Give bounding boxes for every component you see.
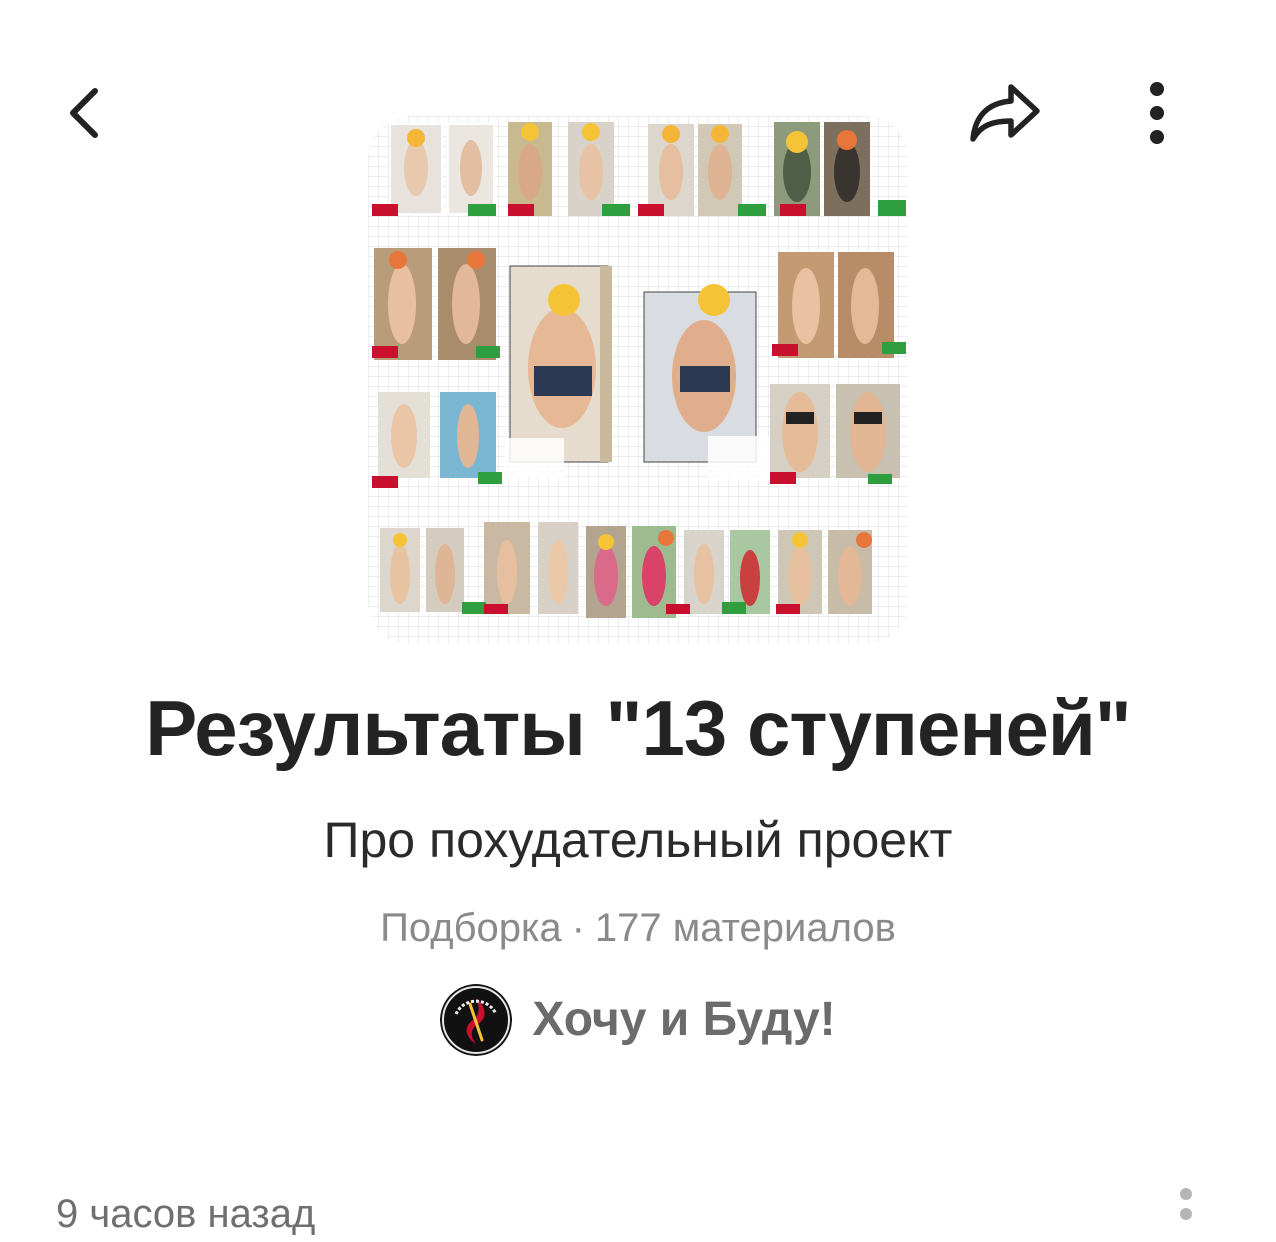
- more-vertical-icon: [1150, 82, 1164, 144]
- collection-count-label: 177 материалов: [594, 906, 896, 950]
- collection-cover-image: [368, 116, 908, 644]
- meta-separator: ·: [571, 906, 585, 950]
- feed-item-more-button[interactable]: [1166, 1180, 1206, 1229]
- author-name[interactable]: Хочу и Буду!: [532, 984, 835, 1056]
- back-button[interactable]: [40, 68, 130, 158]
- author-channel-link[interactable]: Хочу и Буду!: [0, 984, 1276, 1056]
- chevron-left-icon: [70, 88, 98, 138]
- collection-meta: Подборка · 177 материалов: [0, 900, 1276, 956]
- more-vertical-icon: [1180, 1188, 1192, 1220]
- collection-type-label: Подборка: [380, 906, 562, 950]
- collection-title: Результаты "13 ступеней": [145, 684, 1132, 772]
- feed-item-time: 9 часов назад: [56, 1192, 316, 1236]
- share-button[interactable]: [955, 68, 1055, 158]
- more-options-button[interactable]: [1125, 68, 1189, 158]
- collection-subtitle: Про похудательный проект: [323, 812, 953, 868]
- author-avatar[interactable]: [440, 984, 513, 1056]
- share-arrow-icon: [970, 84, 1040, 142]
- feed-item-row: 9 часов назад: [0, 1180, 1276, 1240]
